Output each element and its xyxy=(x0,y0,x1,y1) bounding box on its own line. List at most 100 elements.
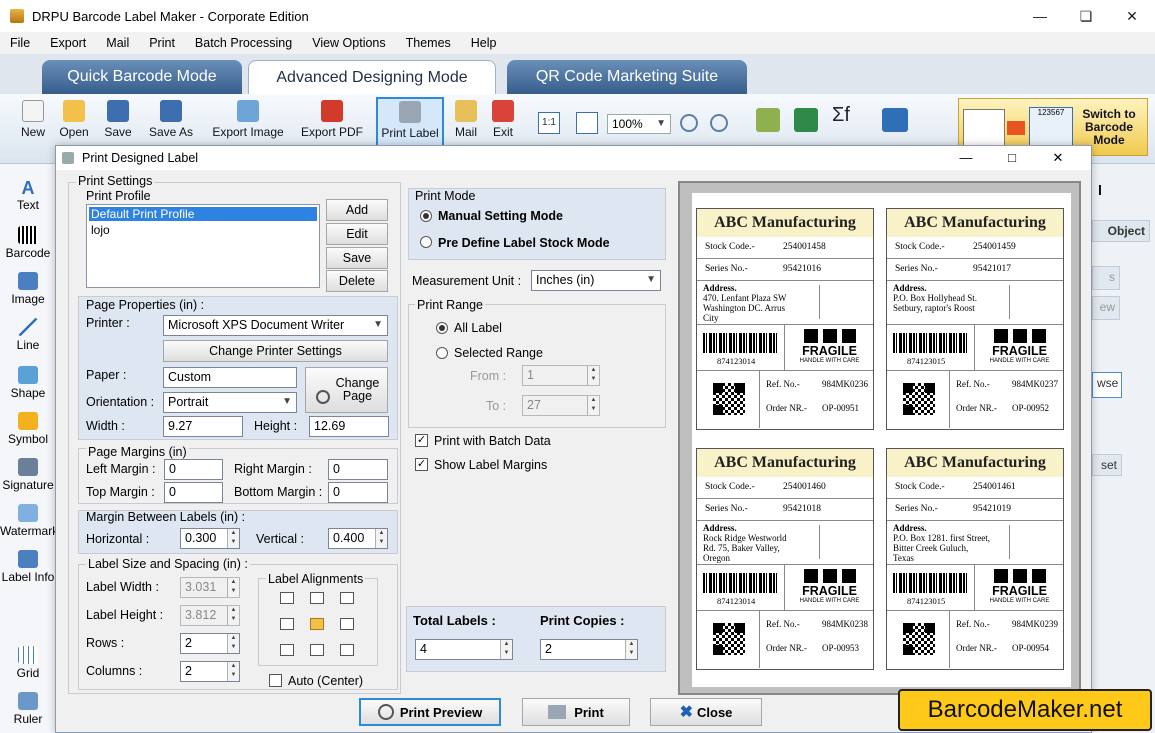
formula-icon[interactable]: Σf xyxy=(832,104,862,132)
close-button[interactable]: ✖ Close xyxy=(650,698,762,726)
tool-image[interactable]: Image xyxy=(0,272,56,306)
print-profile-list[interactable]: Default Print Profile lojo xyxy=(86,204,320,288)
tool-signature[interactable]: Signature xyxy=(0,458,56,492)
object-tab[interactable]: Object xyxy=(1092,220,1150,242)
close-window-icon[interactable]: ✕ xyxy=(1109,0,1155,32)
print-copies-field[interactable]: 2 ▲ ▼ xyxy=(540,639,638,660)
menu-mail[interactable]: Mail xyxy=(96,36,139,50)
auto-center-checkbox[interactable] xyxy=(269,674,282,687)
reset-button[interactable]: set xyxy=(1092,454,1122,476)
dialog-maximize-icon[interactable]: □ xyxy=(989,146,1035,170)
spinner-icon[interactable]: ▲ ▼ xyxy=(625,640,637,659)
left-margin-field[interactable]: 0 xyxy=(164,459,223,480)
tool-text[interactable]: A Text xyxy=(0,178,56,212)
zoom-out-icon[interactable] xyxy=(710,114,728,132)
new-button[interactable]: New xyxy=(16,98,50,144)
zoom-in-icon[interactable] xyxy=(680,114,698,132)
spinner-icon[interactable]: ▲ ▼ xyxy=(375,529,387,548)
measurement-unit-select[interactable]: Inches (in) ▼ xyxy=(531,270,661,291)
menu-export[interactable]: Export xyxy=(40,36,96,50)
spinner-icon[interactable]: ▲ ▼ xyxy=(227,662,239,681)
selected-range-radio[interactable] xyxy=(436,347,448,359)
fit-one-to-one-icon[interactable]: 1:1 xyxy=(538,112,560,134)
tool-label-info[interactable]: Label Info xyxy=(0,550,56,584)
align-top-left-icon[interactable] xyxy=(280,592,294,604)
browse-button[interactable]: wse xyxy=(1092,372,1122,398)
align-bottom-right-icon[interactable] xyxy=(340,644,354,656)
align-bottom-left-icon[interactable] xyxy=(280,644,294,656)
menu-file[interactable]: File xyxy=(0,36,40,50)
tool-line[interactable]: Line xyxy=(0,318,56,352)
tool-shape[interactable]: Shape xyxy=(0,366,56,400)
mail-button[interactable]: Mail xyxy=(452,98,480,144)
show-margins-checkbox[interactable]: ✓ xyxy=(415,458,428,471)
dialog-close-icon[interactable]: ✕ xyxy=(1035,146,1081,170)
right-margin-field[interactable]: 0 xyxy=(328,459,388,480)
save-profile-button[interactable]: Save xyxy=(326,247,388,269)
exit-button[interactable]: Exit xyxy=(488,98,518,144)
dialog-minimize-icon[interactable]: — xyxy=(943,146,989,170)
tool-watermark[interactable]: Watermark xyxy=(0,504,58,538)
open-button[interactable]: Open xyxy=(56,98,92,144)
print-button[interactable]: Print xyxy=(522,698,630,726)
bottom-margin-field[interactable]: 0 xyxy=(328,482,388,503)
orientation-select[interactable]: Portrait ▼ xyxy=(163,392,297,413)
delete-profile-button[interactable]: Delete xyxy=(326,270,388,292)
menu-batch-processing[interactable]: Batch Processing xyxy=(185,36,302,50)
spinner-icon[interactable]: ▲ ▼ xyxy=(227,634,239,653)
align-top-right-icon[interactable] xyxy=(340,592,354,604)
menu-print[interactable]: Print xyxy=(139,36,185,50)
print-preview-button[interactable]: Print Preview xyxy=(359,698,501,726)
print-label-button[interactable]: Print Label xyxy=(376,97,444,147)
predefine-mode-radio[interactable] xyxy=(420,236,432,248)
fit-to-window-icon[interactable] xyxy=(576,112,598,134)
spinner-icon[interactable]: ▲ ▼ xyxy=(227,529,239,548)
align-middle-left-icon[interactable] xyxy=(280,618,294,630)
list-item[interactable]: Default Print Profile xyxy=(89,207,317,221)
list-item[interactable]: lojo xyxy=(89,223,317,237)
spinner-icon[interactable]: ▲ ▼ xyxy=(500,640,512,659)
swap-icon[interactable] xyxy=(882,108,908,132)
align-middle-right-icon[interactable] xyxy=(340,618,354,630)
export-image-button[interactable]: Export Image xyxy=(206,98,290,144)
tool-grid[interactable]: Grid xyxy=(0,646,56,680)
print-batch-checkbox[interactable]: ✓ xyxy=(415,434,428,447)
save-as-button[interactable]: Save As xyxy=(144,98,198,144)
save-button[interactable]: Save xyxy=(100,98,136,144)
export-pdf-button[interactable]: Export PDF xyxy=(298,98,366,144)
align-top-center-icon[interactable] xyxy=(310,592,324,604)
page-width-field[interactable]: 9.27 xyxy=(163,416,243,437)
excel-icon[interactable] xyxy=(794,108,818,132)
printer-select[interactable]: Microsoft XPS Document Writer ▼ xyxy=(163,315,388,336)
change-page-button[interactable]: Change Page xyxy=(305,367,388,413)
page-height-field[interactable]: 12.69 xyxy=(309,416,389,437)
total-labels-field[interactable]: 4 ▲ ▼ xyxy=(415,639,513,660)
edit-icon[interactable] xyxy=(756,108,780,132)
menu-help[interactable]: Help xyxy=(461,36,507,50)
tab-quick-barcode[interactable]: Quick Barcode Mode xyxy=(42,60,242,94)
maximize-icon[interactable]: ❏ xyxy=(1063,0,1109,32)
align-center-icon[interactable] xyxy=(310,618,324,630)
vertical-margin-field[interactable]: 0.400 ▲ ▼ xyxy=(328,528,388,549)
panel-fragment-button-2[interactable]: ew xyxy=(1092,296,1120,320)
top-margin-field[interactable]: 0 xyxy=(164,482,223,503)
change-printer-settings-button[interactable]: Change Printer Settings xyxy=(163,340,388,362)
menu-themes[interactable]: Themes xyxy=(396,36,461,50)
tool-barcode[interactable]: Barcode xyxy=(0,226,56,260)
paper-field[interactable]: Custom xyxy=(163,367,297,388)
columns-field[interactable]: 2 ▲ ▼ xyxy=(180,661,240,682)
tool-symbol[interactable]: Symbol xyxy=(0,412,56,446)
horizontal-margin-field[interactable]: 0.300 ▲ ▼ xyxy=(180,528,240,549)
tool-ruler[interactable]: Ruler xyxy=(0,692,56,726)
minimize-icon[interactable]: — xyxy=(1017,0,1063,32)
rows-field[interactable]: 2 ▲ ▼ xyxy=(180,633,240,654)
manual-mode-radio[interactable] xyxy=(420,210,432,222)
tab-advanced-designing[interactable]: Advanced Designing Mode xyxy=(248,60,496,94)
tab-qr-marketing[interactable]: QR Code Marketing Suite xyxy=(507,60,747,94)
add-profile-button[interactable]: Add xyxy=(326,199,388,221)
panel-fragment-button-1[interactable]: s xyxy=(1092,266,1120,290)
edit-profile-button[interactable]: Edit xyxy=(326,223,388,245)
menu-view-options[interactable]: View Options xyxy=(302,36,395,50)
align-bottom-center-icon[interactable] xyxy=(310,644,324,656)
all-label-radio[interactable] xyxy=(436,322,448,334)
